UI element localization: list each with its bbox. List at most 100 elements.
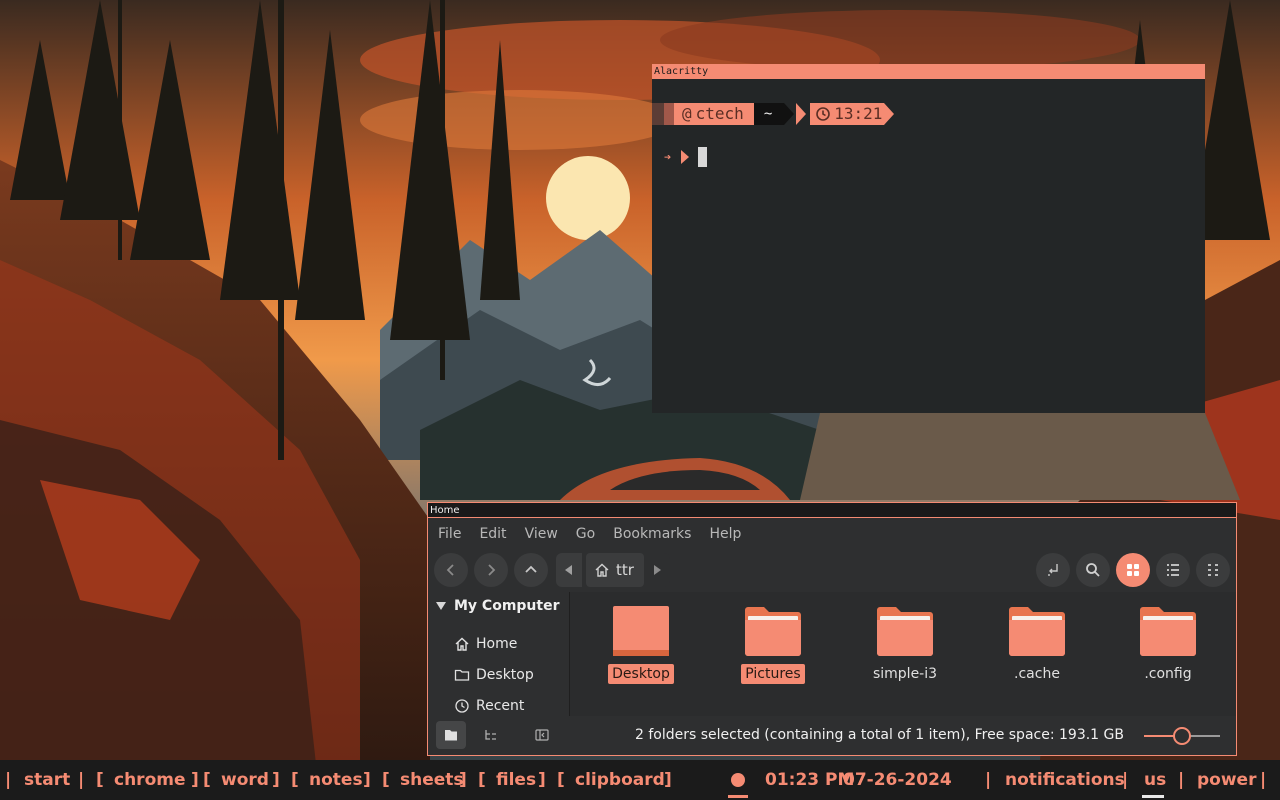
- input-line[interactable]: ➔: [664, 147, 708, 167]
- grid-icon: [1127, 564, 1139, 576]
- file-name: .config: [1144, 666, 1192, 682]
- workspace-clipboard[interactable]: clipboard: [575, 770, 665, 790]
- bracket: ]: [664, 770, 672, 790]
- keyboard-layout-underline: [1142, 795, 1164, 798]
- compact-icon: [1208, 564, 1218, 576]
- location-entry-icon: [1048, 564, 1058, 576]
- separator: |: [1260, 770, 1267, 790]
- file-grid: Desktop Pictures simple-i3 .cache .config: [570, 592, 1236, 716]
- file-manager-window[interactable]: Home File Edit View Go Bookmarks Help tt…: [427, 502, 1237, 756]
- file-item[interactable]: Pictures: [728, 606, 818, 684]
- breadcrumb-home[interactable]: ttr: [586, 553, 644, 587]
- compact-view-button[interactable]: [1196, 553, 1230, 587]
- bracket: ]: [363, 770, 371, 790]
- zoom-slider-handle[interactable]: [1173, 727, 1191, 745]
- icon-view-button[interactable]: [1116, 553, 1150, 587]
- menu-help[interactable]: Help: [709, 526, 741, 542]
- prompt-caret-icon: [681, 150, 690, 164]
- search-button[interactable]: [1076, 553, 1110, 587]
- sidebar-section-my-computer[interactable]: My Computer: [436, 598, 560, 614]
- menu-edit[interactable]: Edit: [479, 526, 506, 542]
- folder-icon: [877, 607, 933, 656]
- record-indicator-icon[interactable]: [731, 773, 745, 787]
- shell-prompt: @ ctech ~ 13:21: [652, 103, 895, 125]
- menu-file[interactable]: File: [438, 526, 461, 542]
- show-places-button[interactable]: [436, 721, 466, 749]
- bracket: ]: [538, 770, 546, 790]
- clock-date: 07-26-2024: [843, 770, 952, 790]
- text-cursor: [698, 147, 708, 167]
- toggle-location-entry-button[interactable]: [1036, 553, 1070, 587]
- tree-icon: [485, 730, 496, 740]
- file-item[interactable]: .cache: [992, 606, 1082, 684]
- list-icon: [1167, 564, 1179, 576]
- location-bar: ttr: [556, 553, 670, 587]
- prompt-end-icon: [884, 103, 895, 125]
- toolbar: ttr: [428, 550, 1236, 590]
- workspace-notes[interactable]: notes: [309, 770, 363, 790]
- workspace-sheets[interactable]: sheets: [400, 770, 464, 790]
- prompt-time: 13:21: [834, 104, 883, 123]
- prompt-user: ctech: [695, 104, 744, 123]
- file-item[interactable]: simple-i3: [860, 606, 950, 684]
- prompt-user-segment: @ ctech: [674, 103, 754, 125]
- separator: |: [1122, 770, 1129, 790]
- separator: |: [5, 770, 12, 790]
- bracket: [: [478, 770, 486, 790]
- file-name: .cache: [1014, 666, 1060, 682]
- back-button[interactable]: [434, 553, 468, 587]
- prompt-segment-shade-2: [664, 103, 674, 125]
- home-icon: [455, 637, 469, 651]
- list-view-button[interactable]: [1156, 553, 1190, 587]
- path-scroll-right-button[interactable]: [643, 553, 670, 587]
- chevron-right-icon: [488, 564, 496, 576]
- folder-icon: [1009, 607, 1065, 656]
- triangle-down-icon: [436, 602, 446, 610]
- status-text: 2 folders selected (containing a total o…: [635, 727, 1124, 743]
- show-treeview-button[interactable]: [476, 721, 506, 749]
- menu-bookmarks[interactable]: Bookmarks: [613, 526, 691, 542]
- folder-icon: [745, 607, 801, 656]
- bracket: [: [382, 770, 390, 790]
- file-manager-title: Home: [428, 503, 1236, 518]
- workspace-word[interactable]: word: [221, 770, 269, 790]
- file-name: Pictures: [741, 664, 805, 684]
- file-item[interactable]: Desktop: [596, 606, 686, 684]
- sidebar-item-desktop[interactable]: Desktop: [454, 667, 534, 683]
- triangle-right-icon: [653, 565, 661, 575]
- bracket: ]: [459, 770, 467, 790]
- forward-button[interactable]: [474, 553, 508, 587]
- workspace-start[interactable]: start: [24, 770, 70, 790]
- prompt-dir: ~: [763, 106, 773, 122]
- zoom-slider[interactable]: [1144, 727, 1220, 745]
- clock-icon: [816, 107, 831, 121]
- chevron-up-icon: [525, 565, 537, 573]
- sidebar-section-label: My Computer: [454, 598, 560, 614]
- path-scroll-left-button[interactable]: [556, 553, 582, 587]
- terminal-window[interactable]: Alacritty @ ctech ~ 13:21 ➔: [652, 64, 1205, 413]
- bracket: [: [96, 770, 104, 790]
- sidebar-item-recent[interactable]: Recent: [454, 698, 524, 714]
- power-button[interactable]: power: [1197, 770, 1256, 790]
- workspace-chrome[interactable]: chrome: [114, 770, 186, 790]
- prompt-arrow-icon: ➔: [664, 150, 672, 164]
- menu-go[interactable]: Go: [576, 526, 595, 542]
- triangle-left-icon: [565, 565, 572, 575]
- status-bar: 2 folders selected (containing a total o…: [428, 716, 1236, 755]
- file-item[interactable]: .config: [1123, 606, 1213, 684]
- prompt-segment-shade-1: [652, 103, 664, 125]
- notifications-button[interactable]: notifications: [1005, 770, 1125, 790]
- up-button[interactable]: [514, 553, 548, 587]
- menu-bar: File Edit View Go Bookmarks Help: [428, 518, 1236, 550]
- folder-icon: [613, 606, 669, 656]
- sidebar-item-home[interactable]: Home: [454, 636, 517, 652]
- keyboard-layout-button[interactable]: us: [1144, 770, 1166, 790]
- hide-sidebar-button[interactable]: [527, 721, 557, 749]
- places-sidebar: My Computer Home Desktop Recent: [428, 592, 570, 716]
- chevron-left-icon: [446, 564, 454, 576]
- folder-icon: [445, 730, 457, 741]
- bracket: [: [557, 770, 565, 790]
- workspace-files[interactable]: files: [496, 770, 536, 790]
- menu-view[interactable]: View: [525, 526, 558, 542]
- prompt-time-segment: 13:21: [810, 103, 885, 125]
